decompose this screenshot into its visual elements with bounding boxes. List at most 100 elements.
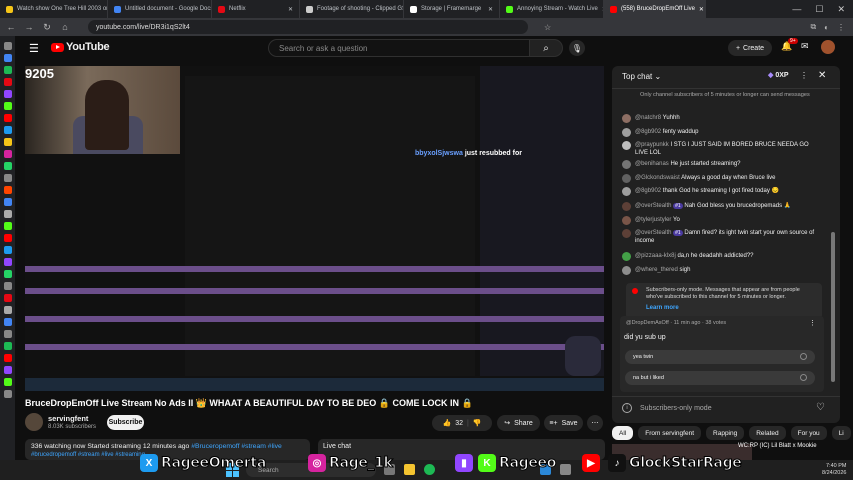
notifications-button[interactable]: 🔔 9+ bbox=[781, 38, 798, 52]
search-input[interactable]: Search or ask a question bbox=[268, 39, 531, 57]
sidebar-app-icon[interactable] bbox=[3, 258, 12, 266]
close-window-icon[interactable]: ✕ bbox=[837, 4, 845, 15]
forward-icon[interactable]: → bbox=[24, 22, 34, 32]
xp-button[interactable]: ◆ 0XP bbox=[768, 71, 789, 79]
sidebar-app-icon[interactable] bbox=[3, 246, 12, 254]
sidebar-app-icon[interactable] bbox=[3, 90, 12, 98]
sidebar-app-icon[interactable] bbox=[3, 114, 12, 122]
chat-menu-icon[interactable]: ⋮ bbox=[800, 71, 808, 80]
bookmark-icon[interactable]: ☆ bbox=[544, 23, 551, 32]
chat-message[interactable]: @benihanas He just started streaming? bbox=[622, 160, 818, 169]
poll-menu-icon[interactable]: ⋮ bbox=[809, 319, 816, 327]
browser-tab[interactable]: Untitled document - Google Docs✕ bbox=[108, 0, 212, 18]
sidebar-app-icon[interactable] bbox=[3, 54, 12, 62]
description-tags[interactable]: #Bruceropemoff #stream #live bbox=[191, 443, 282, 450]
chat-message[interactable]: @overStealth #1 Damn fired? its ight twi… bbox=[622, 229, 818, 245]
browser-tab[interactable]: Storage | Framemarge ✕ bbox=[404, 0, 500, 18]
learn-more-link[interactable]: Learn more bbox=[646, 305, 679, 311]
minimize-icon[interactable]: — bbox=[792, 4, 801, 15]
sidebar-app-icon[interactable] bbox=[3, 162, 12, 170]
more-actions-button[interactable]: ⋯ bbox=[587, 415, 603, 431]
sidebar-app-icon[interactable] bbox=[3, 174, 12, 182]
filter-chip[interactable]: Li bbox=[831, 426, 851, 440]
sidebar-app-icon[interactable] bbox=[3, 78, 12, 86]
messages-icon[interactable]: ✉ bbox=[801, 41, 809, 52]
home-icon[interactable]: ⌂ bbox=[60, 22, 70, 32]
youtube-logo[interactable]: YouTube bbox=[51, 41, 110, 53]
share-button[interactable]: ↪ Share bbox=[497, 415, 540, 431]
chat-message[interactable]: @praypunkk I STG I JUST SAID IM BORED BR… bbox=[622, 141, 818, 157]
spotify-icon[interactable] bbox=[424, 464, 435, 475]
chat-message[interactable]: @where_thered sigh bbox=[622, 266, 818, 275]
sidebar-app-icon[interactable] bbox=[3, 318, 12, 326]
top-chat-dropdown[interactable]: Top chat ⌄ bbox=[622, 72, 661, 81]
chat-message[interactable]: @8gb902 fenty waddup bbox=[622, 128, 818, 137]
sidebar-app-icon[interactable] bbox=[3, 234, 12, 242]
chat-message[interactable]: @Glckondswaist Always a good day when Br… bbox=[622, 174, 818, 183]
maximize-icon[interactable]: ☐ bbox=[815, 4, 823, 15]
tab-close-icon[interactable]: ✕ bbox=[288, 6, 293, 13]
chat-scrollbar[interactable] bbox=[831, 232, 835, 382]
sidebar-app-icon[interactable] bbox=[3, 66, 12, 74]
filter-chip[interactable]: For you bbox=[790, 426, 827, 440]
subscribe-button[interactable]: Subscribe bbox=[107, 415, 144, 430]
chat-message[interactable]: @pizzaaa-klx8j da,n he deadahh addicted?… bbox=[622, 252, 818, 261]
filter-chip[interactable]: All bbox=[612, 426, 634, 440]
menu-dots-icon[interactable]: ⋮ bbox=[837, 23, 853, 32]
sidebar-app-icon[interactable] bbox=[3, 198, 12, 206]
filter-chip[interactable]: From servingfent bbox=[638, 426, 702, 440]
browser-tab[interactable]: Annoying Stream - Watch Live✕ bbox=[500, 0, 604, 18]
tab-close-icon[interactable]: ✕ bbox=[488, 6, 493, 13]
tab-close-icon[interactable]: ✕ bbox=[699, 6, 704, 13]
chat-message[interactable]: @tylerjustyler Yo bbox=[622, 216, 818, 225]
sidebar-app-icon[interactable] bbox=[3, 210, 12, 218]
chat-message[interactable]: @overStealth #1 Nah God bless you bruced… bbox=[622, 202, 818, 211]
browser-tab[interactable]: Watch show One Tree Hill 2003 on✕ bbox=[0, 0, 108, 18]
sidebar-app-icon[interactable] bbox=[3, 102, 12, 110]
browser-tab[interactable]: (558) BruceDropEmOff Live ✕ bbox=[604, 0, 706, 18]
save-button[interactable]: ≡+ Save bbox=[544, 415, 583, 431]
search-button[interactable]: ⌕ bbox=[529, 39, 563, 57]
sidebar-app-icon[interactable] bbox=[3, 270, 12, 278]
browser-tab[interactable]: Footage of shooting - Clipped GS✕ bbox=[300, 0, 404, 18]
thumbs-down-icon[interactable]: 👎 bbox=[473, 419, 482, 427]
reload-icon[interactable]: ↻ bbox=[42, 22, 52, 33]
sidebar-app-icon[interactable] bbox=[3, 378, 12, 386]
extensions-icon[interactable]: ⧉ bbox=[810, 22, 816, 32]
file-explorer-icon[interactable] bbox=[404, 464, 415, 475]
video-player[interactable]: 9205 bbyxolSjwswa just resubbed for bbox=[25, 66, 604, 391]
settings-icon[interactable] bbox=[560, 464, 571, 475]
chat-input[interactable]: Subscribers-only mode bbox=[640, 405, 712, 412]
sidebar-app-icon[interactable] bbox=[3, 306, 12, 314]
hamburger-menu-icon[interactable]: ☰ bbox=[29, 42, 39, 55]
heart-icon[interactable]: ♡ bbox=[816, 402, 825, 413]
back-icon[interactable]: ← bbox=[6, 22, 16, 32]
description-tags-line2[interactable]: #brucedropemoff #stream #live #streaming bbox=[31, 452, 145, 458]
filter-chip[interactable]: Rapping bbox=[706, 426, 745, 440]
thumbs-up-icon[interactable]: 👍 bbox=[442, 419, 451, 427]
sidebar-app-icon[interactable] bbox=[3, 186, 12, 194]
url-field[interactable]: youtube.com/live/DR3i1qS2lt4 bbox=[88, 20, 528, 34]
browser-tab[interactable]: Netflix ✕ bbox=[212, 0, 300, 18]
sidebar-app-icon[interactable] bbox=[3, 282, 12, 290]
sidebar-app-icon[interactable] bbox=[3, 42, 12, 50]
sidebar-app-icon[interactable] bbox=[3, 126, 12, 134]
sidebar-app-icon[interactable] bbox=[3, 366, 12, 374]
sidebar-app-icon[interactable] bbox=[3, 390, 12, 398]
sidebar-app-icon[interactable] bbox=[3, 330, 12, 338]
chat-message[interactable]: @8gb902 thank God he streaming I got fir… bbox=[622, 187, 818, 196]
poll-option[interactable]: yea twin bbox=[625, 350, 815, 364]
account-avatar[interactable] bbox=[821, 40, 835, 54]
chat-message[interactable]: @natchr8 Yuhhh bbox=[622, 114, 818, 123]
sidebar-app-icon[interactable] bbox=[3, 222, 12, 230]
info-icon[interactable]: i bbox=[622, 403, 632, 413]
close-icon[interactable]: ✕ bbox=[818, 70, 826, 81]
sidebar-app-icon[interactable] bbox=[3, 342, 12, 350]
channel-avatar[interactable] bbox=[25, 413, 43, 431]
recommended-title[interactable]: WC:RP (IC) Lil Blatt x Mookie bbox=[738, 443, 853, 450]
channel-name[interactable]: servingfent bbox=[48, 414, 88, 423]
sidebar-app-icon[interactable] bbox=[3, 138, 12, 146]
create-button[interactable]: + Create bbox=[728, 40, 772, 56]
sidebar-app-icon[interactable] bbox=[3, 294, 12, 302]
poll-option[interactable]: na but i liked bbox=[625, 371, 815, 385]
